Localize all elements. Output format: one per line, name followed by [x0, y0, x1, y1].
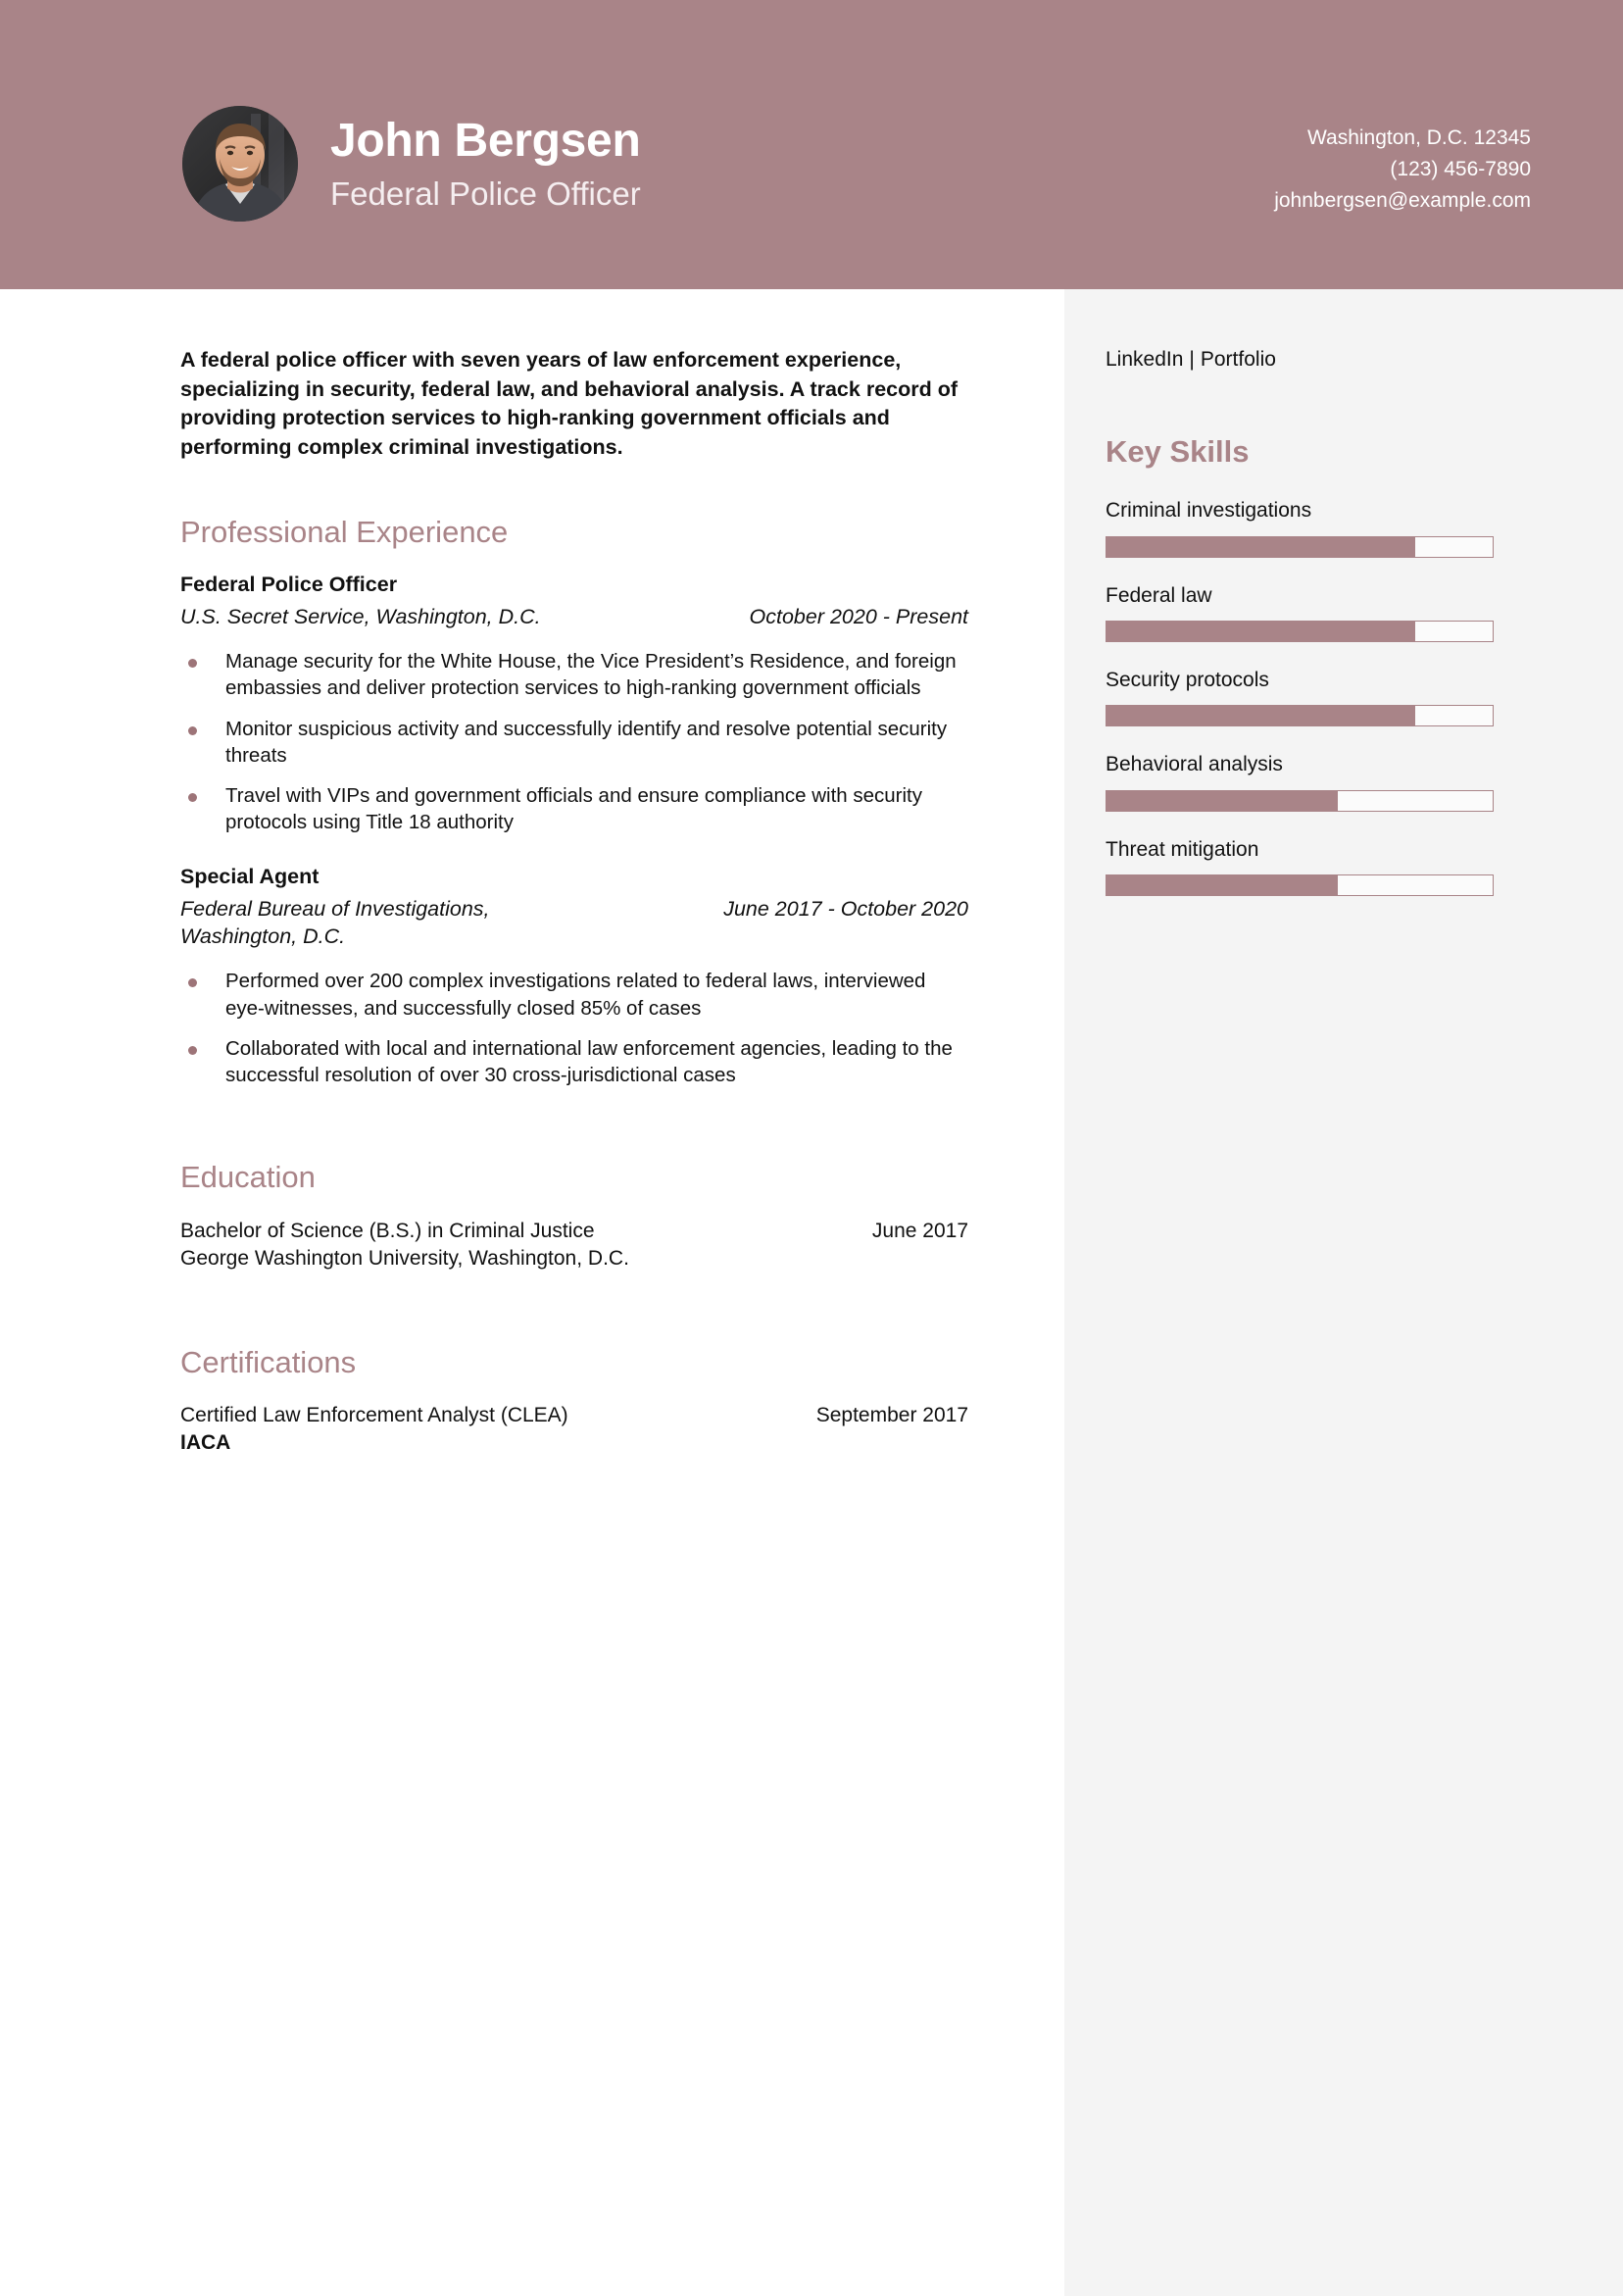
- job-bullet-list: Manage security for the White House, the…: [180, 648, 968, 836]
- skill-progress-fill: [1107, 706, 1416, 726]
- skill-progress-track: [1106, 873, 1494, 896]
- skill-label: Threat mitigation: [1106, 837, 1259, 861]
- link-separator: |: [1189, 348, 1195, 371]
- skill-progress-fill: [1107, 874, 1339, 895]
- skill-label: Criminal investigations: [1106, 499, 1312, 523]
- sidebar: LinkedIn | Portfolio Key Skills Criminal i…: [1064, 289, 1623, 2296]
- certification-date: September 2017: [815, 1403, 968, 1426]
- list-item: Travel with VIPs and government official…: [180, 782, 968, 836]
- job-meta: Federal Bureau of Investigations, Washin…: [180, 895, 968, 951]
- professional-summary: A federal police officer with seven year…: [180, 348, 959, 459]
- section-title-education: Education: [180, 1160, 316, 1195]
- experience-item: Federal Police Officer U.S. Secret Servi…: [180, 572, 968, 836]
- skill-progress-fill: [1107, 536, 1416, 557]
- certification-name: Certified Law Enforcement Analyst (CLEA): [180, 1403, 568, 1426]
- skill-progress-track: [1106, 705, 1494, 727]
- resume-header: John Bergsen Federal Police Officer Wash…: [0, 0, 1623, 289]
- section-education: Education Bachelor of Science (B.S.) in …: [180, 1159, 968, 1273]
- skill-label: Behavioral analysis: [1106, 753, 1283, 776]
- section-professional-experience: Professional Experience Federal Police O…: [180, 514, 968, 1089]
- header-identity-block: John Bergsen Federal Police Officer: [182, 106, 641, 222]
- resume-page: John Bergsen Federal Police Officer Wash…: [0, 0, 1623, 2296]
- section-title-key-skills: Key Skills: [1106, 434, 1250, 470]
- list-item: Performed over 200 complex investigation…: [180, 968, 968, 1022]
- contact-info: Washington, D.C. 12345 (123) 456-7890 jo…: [1274, 123, 1531, 217]
- list-item: Monitor suspicious activity and successf…: [180, 716, 968, 770]
- section-certifications: Certifications Certified Law Enforcement…: [180, 1344, 968, 1458]
- certification-issuer: IACA: [180, 1431, 231, 1455]
- contact-location: Washington, D.C. 12345: [1306, 126, 1531, 149]
- skill-item: Threat mitigation: [1106, 836, 1531, 896]
- job-position: Special Agent: [180, 864, 320, 888]
- education-degree: Bachelor of Science (B.S.) in Criminal J…: [180, 1219, 595, 1242]
- job-meta: U.S. Secret Service, Washington, D.C. Oc…: [180, 603, 968, 630]
- experience-item: Special Agent Federal Bureau of Investig…: [180, 864, 968, 1089]
- education-item: Bachelor of Science (B.S.) in Criminal J…: [180, 1218, 968, 1273]
- certification-entry-row: Certified Law Enforcement Analyst (CLEA)…: [180, 1402, 968, 1430]
- job-dates: October 2020 - Present: [749, 604, 968, 628]
- main-column: A federal police officer with seven year…: [0, 289, 1064, 2296]
- job-position: Federal Police Officer: [180, 572, 398, 596]
- skill-progress-fill: [1107, 622, 1416, 642]
- job-role-subtitle: Federal Police Officer: [330, 175, 641, 213]
- skill-progress-track: [1106, 789, 1494, 812]
- skill-item: Criminal investigations: [1106, 497, 1531, 558]
- skill-item: Security protocols: [1106, 667, 1531, 727]
- skill-label: Security protocols: [1106, 669, 1269, 692]
- skill-label: Federal law: [1106, 583, 1212, 607]
- section-title-experience: Professional Experience: [180, 514, 509, 549]
- profile-photo-icon: [182, 106, 298, 222]
- section-title-certifications: Certifications: [180, 1344, 357, 1379]
- job-organization: U.S. Secret Service, Washington, D.C.: [180, 604, 541, 628]
- skill-progress-track: [1106, 535, 1494, 558]
- page-title: John Bergsen: [330, 115, 641, 168]
- linkedin-link[interactable]: LinkedIn: [1106, 348, 1183, 371]
- avatar: [182, 106, 298, 222]
- job-organization: Federal Bureau of Investigations, Washin…: [180, 896, 490, 948]
- skill-item: Behavioral analysis: [1106, 751, 1531, 812]
- contact-email[interactable]: johnbergsen@example.com: [1274, 185, 1531, 217]
- skill-item: Federal law: [1106, 582, 1531, 643]
- education-school: George Washington University, Washington…: [180, 1247, 629, 1271]
- skill-progress-track: [1106, 621, 1494, 643]
- list-item: Collaborated with local and internationa…: [180, 1035, 968, 1089]
- education-entry-row: Bachelor of Science (B.S.) in Criminal J…: [180, 1218, 968, 1246]
- job-bullet-list: Performed over 200 complex investigation…: [180, 968, 968, 1088]
- education-date: June 2017: [871, 1219, 968, 1242]
- list-item: Manage security for the White House, the…: [180, 648, 968, 702]
- certification-item: Certified Law Enforcement Analyst (CLEA)…: [180, 1402, 968, 1458]
- job-dates: June 2017 - October 2020: [723, 896, 968, 921]
- contact-phone[interactable]: (123) 456-7890: [1274, 154, 1531, 185]
- portfolio-link[interactable]: Portfolio: [1201, 348, 1276, 371]
- skill-progress-fill: [1107, 790, 1339, 811]
- sidebar-links: LinkedIn | Portfolio: [1106, 346, 1531, 373]
- resume-body: A federal police officer with seven year…: [0, 289, 1623, 2296]
- name-block: John Bergsen Federal Police Officer: [330, 114, 641, 213]
